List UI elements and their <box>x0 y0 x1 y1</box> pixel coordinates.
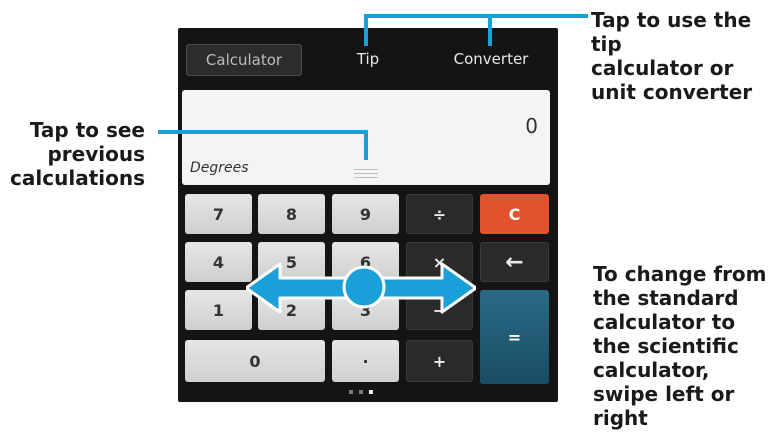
callout-line: calculator, <box>593 358 710 382</box>
page-dot <box>349 390 353 394</box>
callout-swipe: To change from the standard calculator t… <box>593 262 777 430</box>
tab-bar: Calculator Tip Converter <box>178 28 558 88</box>
decimal-key[interactable]: · <box>332 340 399 382</box>
callout-line: the scientific <box>593 334 739 358</box>
page-dot <box>359 390 363 394</box>
key-9[interactable]: 9 <box>332 194 399 234</box>
callout-line: right <box>593 406 648 430</box>
display-value: 0 <box>525 114 538 138</box>
tab-tip[interactable]: Tip <box>338 44 398 74</box>
callout-line: Tap to use the tip <box>591 8 752 56</box>
callout-leader-line <box>488 14 492 46</box>
callout-line: previous <box>47 142 145 166</box>
clear-key[interactable]: C <box>480 194 549 234</box>
callout-leader-line <box>364 130 368 160</box>
angle-mode-label: Degrees <box>190 160 249 176</box>
divide-key[interactable]: ÷ <box>406 194 473 234</box>
key-4[interactable]: 4 <box>185 242 252 282</box>
key-1[interactable]: 1 <box>185 290 252 330</box>
equals-key[interactable]: = <box>480 290 549 384</box>
calculator-screen: Calculator Tip Converter 0 Degrees 7 8 9… <box>178 28 558 402</box>
plus-key[interactable]: + <box>406 340 473 382</box>
key-0[interactable]: 0 <box>185 340 325 382</box>
callout-line: calculations <box>10 166 145 190</box>
callout-line: calculator to <box>593 310 736 334</box>
page-dot-active <box>369 390 373 394</box>
tab-converter[interactable]: Converter <box>436 44 546 74</box>
callout-line: swipe left or <box>593 382 735 406</box>
swipe-arrow-icon <box>246 262 476 314</box>
callout-leader-line <box>158 130 368 134</box>
callout-line: the standard <box>593 286 739 310</box>
callout-leader-line <box>364 14 368 46</box>
backspace-key[interactable]: ← <box>480 242 549 282</box>
callout-history: Tap to see previous calculations <box>10 118 145 190</box>
key-8[interactable]: 8 <box>258 194 325 234</box>
callout-leader-line <box>364 14 588 18</box>
page-indicator <box>349 390 389 396</box>
callout-line: calculator or <box>591 56 734 80</box>
key-7[interactable]: 7 <box>185 194 252 234</box>
callout-line: To change from <box>593 262 767 286</box>
history-handle-icon[interactable] <box>354 169 378 179</box>
callout-tip-converter: Tap to use the tip calculator or unit co… <box>591 8 777 104</box>
tab-calculator[interactable]: Calculator <box>186 44 302 76</box>
callout-line: Tap to see <box>29 118 145 142</box>
callout-line: unit converter <box>591 80 753 104</box>
